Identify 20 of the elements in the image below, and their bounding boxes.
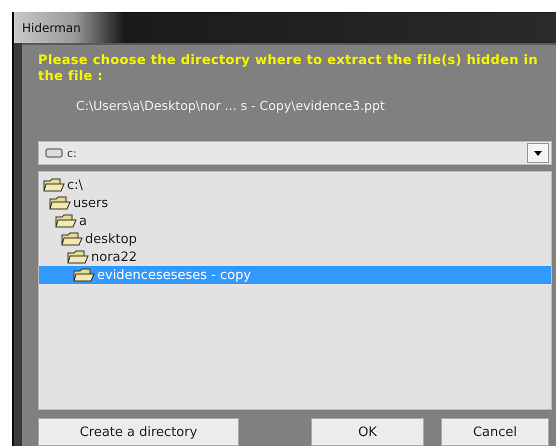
folder-icon (73, 268, 95, 282)
drive-value: c: (67, 146, 78, 160)
create-directory-button[interactable]: Create a directory (38, 418, 239, 446)
folder-icon (61, 232, 83, 246)
drive-select[interactable]: c: (38, 141, 552, 165)
ok-button[interactable]: OK (311, 418, 424, 446)
file-path: C:\Users\a\Desktop\nor ... s - Copy\evidence3.ppt (76, 98, 386, 113)
tree-item[interactable]: nora22 (39, 248, 551, 266)
tree-item[interactable]: a (39, 212, 551, 230)
tree-item[interactable]: users (39, 194, 551, 212)
folder-icon (55, 214, 77, 228)
window-title: Hiderman (22, 20, 81, 34)
tree-item[interactable]: desktop (39, 230, 551, 248)
prompt-text: Please choose the directory where to extract the file(s) hidden in the file : (38, 53, 539, 85)
folder-icon (67, 250, 89, 264)
folder-icon (43, 178, 65, 192)
drive-icon (45, 148, 63, 158)
folder-icon (49, 196, 71, 210)
tree-item[interactable]: c:\ (39, 176, 551, 194)
cancel-button[interactable]: Cancel (441, 418, 549, 446)
